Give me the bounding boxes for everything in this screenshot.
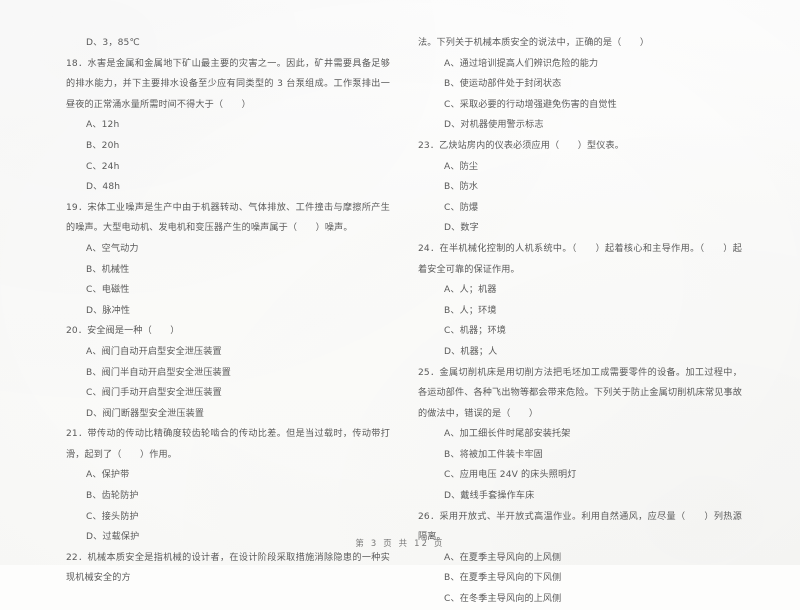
question-stem: 23．乙炔站房内的仪表必须应用（ ）型仪表。 [418, 140, 624, 151]
option-item: B、人；环境 [444, 305, 497, 316]
option-item: D、机器；人 [444, 346, 498, 357]
option-item: B、在夏季主导风向的下风侧 [444, 573, 562, 584]
option-item: B、使运动部件处于封闭状态 [444, 79, 562, 90]
option-item: C、防爆 [444, 202, 479, 213]
option-item: A、通过培训提高人们辨识危险的能力 [444, 58, 599, 69]
option-item: B、阀门半自动开启型安全泄压装置 [86, 367, 232, 378]
option-item: A、保护带 [86, 470, 130, 481]
option-item: D、3，85℃ [86, 38, 140, 48]
page-footer: 第 3 页 共 12 页 [355, 538, 445, 548]
option-item: C、24h [86, 161, 120, 172]
left-column: D、3，85℃ 18．水害是金属和金属地下矿山最主要的灾害之一。因此，矿井需要具… [0, 33, 400, 610]
question-stem: 19．宋体工业噪声是生产中由于机器转动、气体排放、工件撞击与摩擦所产生的噪声。大… [66, 202, 390, 234]
two-column-body: D、3，85℃ 18．水害是金属和金属地下矿山最主要的灾害之一。因此，矿井需要具… [0, 33, 800, 610]
option-item: C、应用电压 24V 的床头照明灯 [444, 470, 577, 481]
question-stem: 24．在半机械化控制的人机系统中。（ ）起着核心和主导作用。（ ）起着安全可靠的… [418, 243, 742, 275]
question-stem: 25．金属切削机床是用切削方法把毛坯加工成需要零件的设备。加工过程中，各运动部件… [418, 367, 742, 419]
option-item: B、齿轮防护 [86, 491, 139, 502]
question-stem: 20．安全阀是一种（ ） [66, 326, 180, 337]
option-item: C、机器；环境 [444, 326, 506, 337]
option-item: B、20h [86, 140, 120, 151]
right-column: 法。下列关于机械本质安全的说法中，正确的是（ ） A、通过培训提高人们辨识危险的… [400, 33, 800, 610]
option-item: C、采取必要的行动增强避免伤害的自觉性 [444, 99, 617, 110]
option-item: C、接头防护 [86, 511, 139, 522]
option-item: A、在夏季主导风向的上风侧 [444, 552, 562, 563]
option-item: A、阀门自动开启型安全泄压装置 [86, 346, 222, 357]
option-item: B、将被加工件装卡牢固 [444, 449, 543, 460]
option-item: D、数字 [444, 223, 479, 234]
option-item: D、戴线手套操作车床 [444, 491, 535, 502]
option-item: A、加工细长件时尾部安装托架 [444, 429, 571, 440]
option-item: C、在冬季主导风向的上风侧 [444, 594, 562, 605]
option-item: D、48h [86, 182, 121, 193]
question-stem: 22．机械本质安全是指机械的设计者，在设计阶段采取措施消除隐患的一种实现机械安全… [66, 552, 390, 584]
option-item: A、人；机器 [444, 285, 497, 296]
option-item: C、电磁性 [86, 285, 130, 296]
option-item: B、机械性 [86, 264, 130, 275]
option-item: D、脉冲性 [86, 305, 131, 316]
question-stem: 18．水害是金属和金属地下矿山最主要的灾害之一。因此，矿井需要具备足够的排水能力… [66, 58, 390, 110]
question-stem: 21．带传动的传动比精确度较齿轮啮合的传动比差。但是当过载时，传动带打滑，起到了… [66, 429, 390, 460]
option-item: C、阀门手动开启型安全泄压装置 [86, 388, 222, 399]
question-stem-continuation: 法。下列关于机械本质安全的说法中，正确的是（ ） [418, 38, 650, 48]
exam-page: D、3，85℃ 18．水害是金属和金属地下矿山最主要的灾害之一。因此，矿井需要具… [0, 0, 800, 604]
option-item: A、防尘 [444, 161, 479, 172]
option-item: D、对机器使用警示标志 [444, 120, 544, 131]
option-item: B、防水 [444, 182, 479, 193]
option-item: D、阀门断器型安全泄压装置 [86, 408, 205, 419]
option-item: A、空气动力 [86, 243, 139, 254]
option-item: A、12h [86, 120, 120, 131]
